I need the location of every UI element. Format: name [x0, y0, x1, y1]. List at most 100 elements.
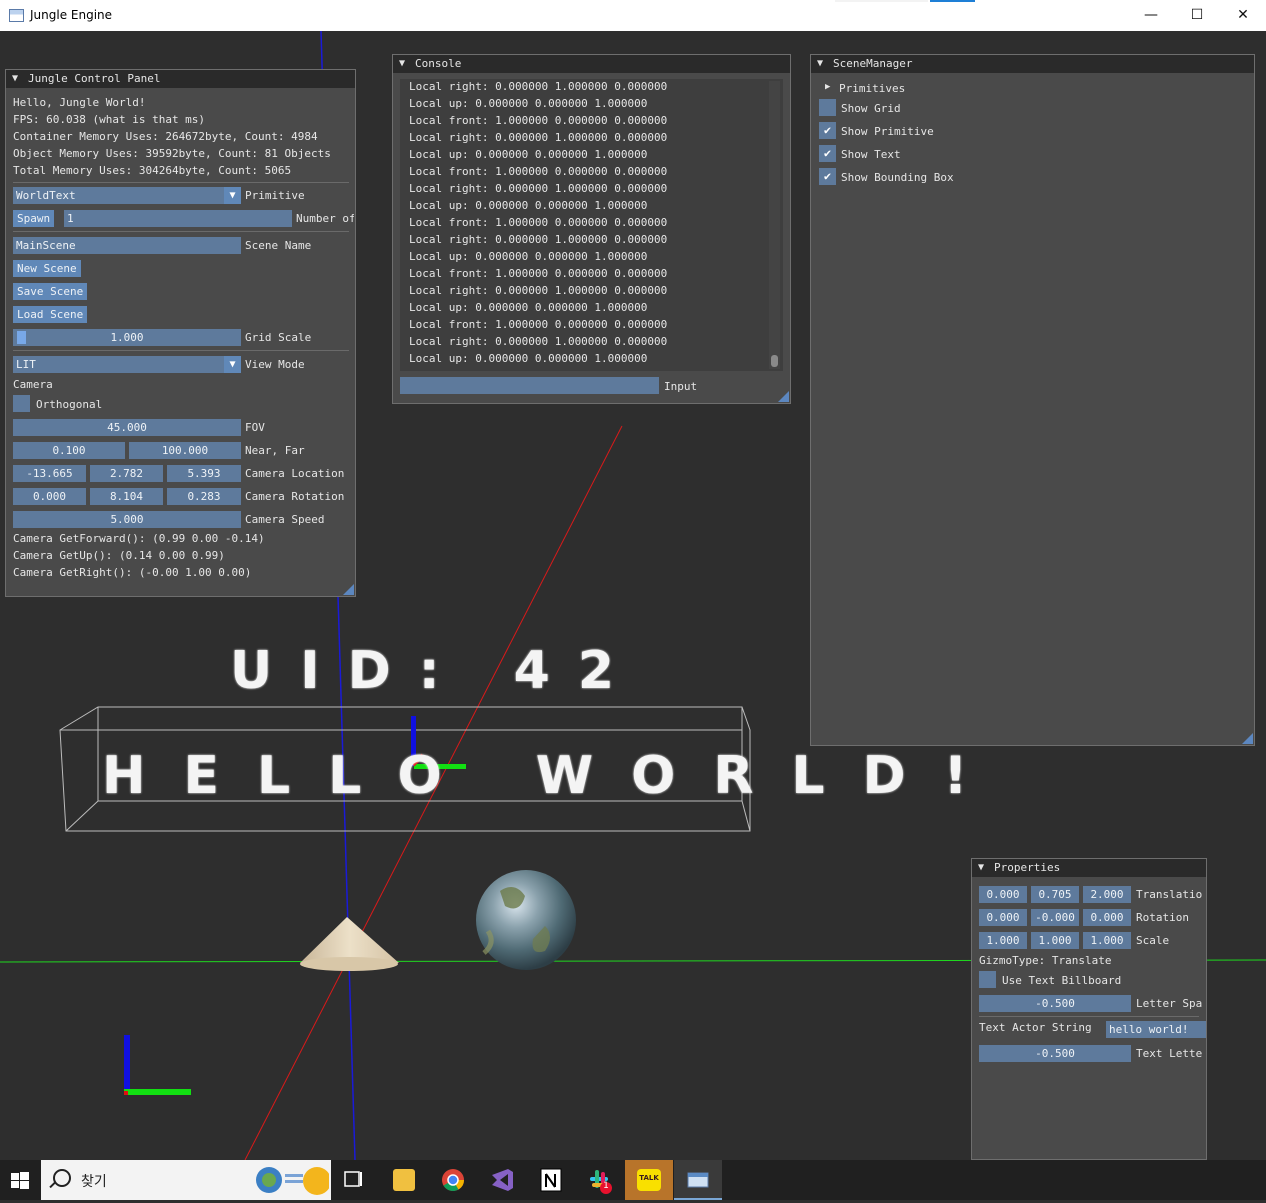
- tree-expand-icon[interactable]: ▶: [825, 82, 830, 92]
- file-explorer-icon[interactable]: [380, 1160, 428, 1200]
- show-bounding-box-checkbox[interactable]: ✔: [819, 168, 836, 185]
- fov-input[interactable]: 45.000: [13, 419, 241, 436]
- near-far-label: Near, Far: [245, 444, 305, 457]
- letter-spacing-input[interactable]: -0.500: [979, 995, 1131, 1012]
- far-input[interactable]: 100.000: [129, 442, 241, 459]
- console-line: Local front: 1.000000 0.000000 0.000000: [409, 267, 668, 280]
- spawn-button[interactable]: Spawn: [13, 210, 55, 227]
- console-scrollbar-thumb[interactable]: [771, 355, 778, 367]
- properties-header[interactable]: ▼ Properties: [972, 859, 1206, 877]
- grid-scale-value: 1.000: [110, 331, 144, 344]
- grid-scale-slider[interactable]: 1.000: [13, 329, 241, 346]
- console-line: Local front: 1.000000 0.000000 0.000000: [409, 216, 668, 229]
- scene-name-label: Scene Name: [245, 239, 312, 252]
- console-line: Local right: 0.000000 1.000000 0.000000: [409, 131, 668, 144]
- near-input[interactable]: 0.100: [13, 442, 125, 459]
- camera-speed-input[interactable]: 5.000: [13, 511, 241, 528]
- camera-rotation-y[interactable]: 8.104: [90, 488, 163, 505]
- windows-taskbar: 찾기 1 TALK: [0, 1160, 1266, 1200]
- maximize-button[interactable]: ☐: [1174, 0, 1220, 31]
- resize-grip[interactable]: [778, 391, 789, 402]
- separator: [13, 350, 349, 351]
- collapse-arrow-icon[interactable]: ▼: [978, 859, 984, 877]
- camera-rotation-x[interactable]: 0.000: [13, 488, 86, 505]
- letter-spacing-label: Letter Spa: [1136, 997, 1203, 1010]
- orthogonal-checkbox[interactable]: [13, 395, 30, 412]
- jungle-engine-taskbar-icon[interactable]: [674, 1160, 722, 1200]
- text-letter-input[interactable]: -0.500: [979, 1045, 1131, 1062]
- console-line: Local right: 0.000000 1.000000 0.000000: [409, 335, 668, 348]
- scene-manager-header[interactable]: ▼ SceneManager: [811, 55, 1254, 73]
- kakaotalk-label: TALK: [639, 1174, 659, 1182]
- kakaotalk-icon[interactable]: TALK: [625, 1160, 673, 1200]
- camera-rotation-z[interactable]: 0.283: [167, 488, 241, 505]
- minimize-button[interactable]: —: [1128, 0, 1174, 31]
- notion-icon[interactable]: [527, 1160, 575, 1200]
- show-grid-checkbox[interactable]: [819, 99, 836, 116]
- control-panel-window: ▼ Jungle Control Panel Hello, Jungle Worl…: [5, 69, 356, 597]
- save-scene-button[interactable]: Save Scene: [13, 283, 88, 300]
- console-line: Local right: 0.000000 1.000000 0.000000: [409, 284, 668, 297]
- cone-primitive: [300, 917, 399, 971]
- rotation-y[interactable]: -0.000: [1031, 909, 1079, 926]
- scale-x[interactable]: 1.000: [979, 932, 1027, 949]
- translation-y[interactable]: 0.705: [1031, 886, 1079, 903]
- combo-arrow-icon[interactable]: ▼: [224, 187, 241, 204]
- properties-title: Properties: [994, 861, 1061, 874]
- taskbar-search-box[interactable]: 찾기: [41, 1160, 331, 1200]
- console-header[interactable]: ▼ Console: [393, 55, 790, 73]
- console-line: Local right: 0.000000 1.000000 0.000000: [409, 182, 668, 195]
- console-line: Local right: 0.000000 1.000000 0.000000: [409, 233, 668, 246]
- chrome-icon[interactable]: [429, 1160, 477, 1200]
- text-actor-string-input[interactable]: hello world!: [1106, 1021, 1206, 1038]
- container-memory-text: Container Memory Uses: 264672byte, Count…: [13, 130, 318, 143]
- show-primitive-checkbox[interactable]: ✔: [819, 122, 836, 139]
- rotation-x[interactable]: 0.000: [979, 909, 1027, 926]
- control-panel-header[interactable]: ▼ Jungle Control Panel: [6, 70, 355, 88]
- console-input[interactable]: [400, 377, 659, 394]
- translation-x[interactable]: 0.000: [979, 886, 1027, 903]
- translation-z[interactable]: 2.000: [1083, 886, 1131, 903]
- console-scrollbar[interactable]: [769, 81, 780, 369]
- spawn-count-input[interactable]: 1: [64, 210, 292, 227]
- camera-rotation-label: Camera Rotation: [245, 490, 345, 503]
- new-scene-button[interactable]: New Scene: [13, 260, 81, 277]
- close-button[interactable]: ✕: [1220, 0, 1266, 31]
- spawn-count-label: Number of: [296, 212, 354, 225]
- show-text-checkbox[interactable]: ✔: [819, 145, 836, 162]
- scale-y[interactable]: 1.000: [1031, 932, 1079, 949]
- scale-z[interactable]: 1.000: [1083, 932, 1131, 949]
- uid-world-text: UID: 42: [230, 641, 642, 701]
- camera-location-y[interactable]: 2.782: [90, 465, 163, 482]
- console-log-area[interactable]: Local right: 0.000000 1.000000 0.000000 L…: [400, 79, 783, 371]
- visual-studio-icon[interactable]: [478, 1160, 526, 1200]
- separator: [13, 231, 349, 232]
- collapse-arrow-icon[interactable]: ▼: [399, 55, 405, 73]
- load-scene-button[interactable]: Load Scene: [13, 306, 88, 323]
- hello-world-text: HELLO WORLD!: [102, 746, 1006, 806]
- text-billboard-checkbox[interactable]: [979, 971, 996, 988]
- windows-start-icon[interactable]: [0, 1160, 40, 1200]
- console-line: Local front: 1.000000 0.000000 0.000000: [409, 165, 668, 178]
- object-memory-text: Object Memory Uses: 39592byte, Count: 81…: [13, 147, 331, 160]
- scene-name-input[interactable]: MainScene: [13, 237, 241, 254]
- slack-icon[interactable]: 1: [576, 1160, 624, 1200]
- rotation-z[interactable]: 0.000: [1083, 909, 1131, 926]
- view-mode-combo[interactable]: LIT ▼: [13, 356, 241, 373]
- console-window: ▼ Console Local right: 0.000000 1.000000 …: [392, 54, 791, 404]
- collapse-arrow-icon[interactable]: ▼: [12, 70, 18, 88]
- combo-arrow-icon[interactable]: ▼: [224, 356, 241, 373]
- resize-grip[interactable]: [1242, 733, 1253, 744]
- camera-location-label: Camera Location: [245, 467, 345, 480]
- primitive-combo[interactable]: WorldText ▼: [13, 187, 241, 204]
- collapse-arrow-icon[interactable]: ▼: [817, 55, 823, 73]
- task-view-icon[interactable]: [329, 1160, 377, 1200]
- grid-scale-slider-grab[interactable]: [17, 331, 26, 344]
- text-actor-string-label: Text Actor String: [979, 1021, 1092, 1034]
- check-icon: ✔: [823, 146, 832, 160]
- camera-location-x[interactable]: -13.665: [13, 465, 86, 482]
- resize-grip[interactable]: [343, 584, 354, 595]
- primitives-tree-node[interactable]: Primitives: [839, 82, 905, 95]
- camera-location-z[interactable]: 5.393: [167, 465, 241, 482]
- show-primitive-label: Show Primitive: [841, 125, 934, 138]
